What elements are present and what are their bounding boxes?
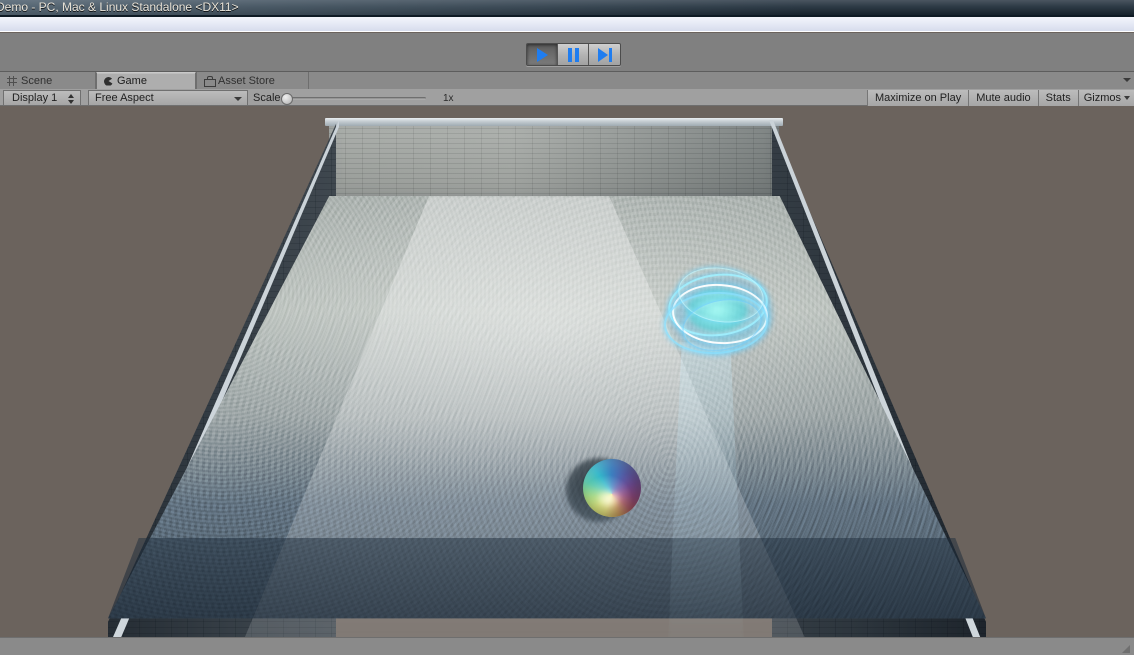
tab-game[interactable]: Game [96,72,196,89]
window-chrome-strip [0,17,1134,32]
editor-toolbar [0,33,1134,72]
window-titlebar[interactable]: Demo - PC, Mac & Linux Standalone <DX11> [0,0,1134,15]
panel-tab-row: Scene Game Asset Store [0,72,1134,89]
grid-icon [7,75,17,86]
back-wall-rim [325,118,783,126]
aspect-ratio-value: Free Aspect [95,92,154,104]
pacman-icon [104,76,113,86]
maximize-on-play-button[interactable]: Maximize on Play [867,90,969,106]
back-brick-wall [329,124,779,204]
game-view-toolbar: Display 1 Free Aspect Scale 1x Maximize … [0,89,1134,106]
pause-icon [567,47,579,62]
game-viewport[interactable] [0,106,1134,637]
gizmos-label: Gizmos [1083,92,1121,104]
play-icon [536,47,548,62]
scale-slider[interactable] [281,93,426,105]
scale-slider-handle[interactable] [281,93,293,105]
teleport-portal[interactable] [662,261,778,362]
status-bar [0,637,1134,655]
store-icon [204,76,216,87]
tab-scene[interactable]: Scene [0,72,96,89]
maximize-on-play-label: Maximize on Play [875,92,962,104]
mute-audio-button[interactable]: Mute audio [968,90,1038,106]
playback-controls [526,43,621,66]
resize-grip-icon[interactable] [1120,643,1130,653]
mute-audio-label: Mute audio [976,92,1031,104]
pause-button[interactable] [558,44,589,65]
display-select[interactable]: Display 1 [3,90,81,106]
game-scene-room [0,106,1134,637]
chevron-down-icon[interactable] [1123,78,1131,82]
play-button[interactable] [527,44,558,65]
tab-game-label: Game [117,75,147,87]
stats-button[interactable]: Stats [1037,90,1078,106]
scale-value: 1x [443,93,454,104]
stats-label: Stats [1045,92,1071,104]
window-title: Demo - PC, Mac & Linux Standalone <DX11> [0,0,239,14]
back-wall-shading [329,124,779,204]
tab-asset-store-label: Asset Store [218,74,275,87]
up-down-arrows-icon [68,94,75,104]
aspect-ratio-select[interactable]: Free Aspect [88,90,248,106]
gizmos-button[interactable]: Gizmos [1077,90,1134,106]
tab-row-filler [309,72,1134,89]
chevron-down-icon [1124,96,1130,100]
chevron-down-icon [234,97,242,101]
step-button[interactable] [589,44,620,65]
tab-scene-label: Scene [21,74,53,87]
display-select-value: Display 1 [12,92,58,104]
scale-label: Scale [253,92,281,104]
game-view-toolbar-right: Maximize on Play Mute audio Stats Gizmos [867,90,1134,106]
tab-asset-store[interactable]: Asset Store [196,72,309,89]
step-icon [597,47,612,62]
sphere-highlight [596,488,622,508]
